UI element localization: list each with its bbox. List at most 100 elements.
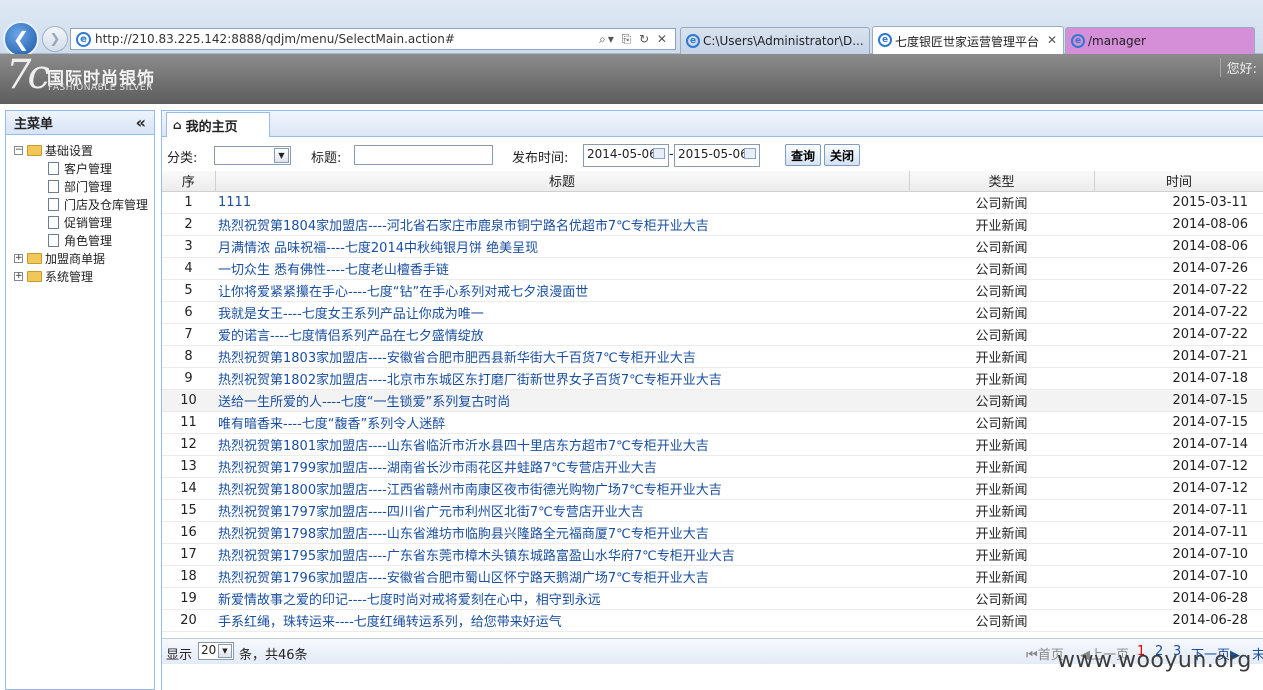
row-index: 13: [162, 455, 215, 478]
tree-node-system[interactable]: + 系统管理: [6, 267, 154, 285]
url-text[interactable]: http://210.83.225.142:8888/qdjm/menu/Sel…: [95, 32, 455, 46]
row-time: 2014-08-06: [1094, 235, 1263, 258]
table-row[interactable]: 14 热烈祝贺第1800家加盟店----江西省赣州市南康区夜市街德光购物广场7℃专…: [162, 477, 1263, 500]
address-bar[interactable]: e http://210.83.225.142:8888/qdjm/menu/S…: [70, 28, 676, 50]
table-row[interactable]: 9 热烈祝贺第1802家加盟店----北京市东城区东打磨厂街新世界女子百货7℃专柜…: [162, 367, 1263, 390]
collapse-toggle-icon[interactable]: −: [14, 145, 23, 155]
logo-subtitle: FASHIONABLE SILVER: [48, 83, 153, 93]
last-page-link[interactable]: 末: [1252, 644, 1263, 663]
row-index: 17: [162, 543, 215, 566]
row-title-link[interactable]: 热烈祝贺第1804家加盟店----河北省石家庄市鹿泉市铜宁路名优超市7℃专柜开业…: [215, 213, 909, 236]
table-row[interactable]: 10 送给一生所爱的人----七度“一生锁爱”系列复古时尚 公司新闻 2014-07-…: [162, 389, 1263, 412]
calendar-icon[interactable]: [744, 148, 756, 159]
row-title-link[interactable]: 热烈祝贺第1796家加盟店----安徽省合肥市蜀山区怀宁路天鹅湖广场7℃专柜开业…: [215, 565, 909, 588]
tree-node-basic-settings[interactable]: − 基础设置: [6, 141, 154, 159]
table-row[interactable]: 12 热烈祝贺第1801家加盟店----山东省临沂市沂水县四十里店东方超市7℃专柜…: [162, 433, 1263, 456]
row-type: 开业新闻: [909, 433, 1094, 456]
tree-item-role[interactable]: 角色管理: [6, 231, 154, 249]
column-header-time[interactable]: 时间: [1094, 171, 1263, 192]
row-title-link[interactable]: 我就是女王----七度女王系列产品让你成为唯一: [215, 301, 909, 324]
row-title-link[interactable]: 唯有暗香来----七度“馥香”系列令人迷醉: [215, 411, 909, 434]
table-row[interactable]: 3 月满情浓 品味祝福----七度2014中秋纯银月饼 绝美呈现 公司新闻 2014-…: [162, 235, 1263, 258]
row-title-link[interactable]: 新爱情故事之爱的印记----七度时尚对戒将爱刻在心中，相守到永远: [215, 587, 909, 610]
close-icon[interactable]: ✕: [1047, 33, 1057, 47]
row-title-link[interactable]: 热烈祝贺第1801家加盟店----山东省临沂市沂水县四十里店东方超市7℃专柜开业…: [215, 433, 909, 456]
browser-tab-2[interactable]: e 七度银匠世家运营管理平台 ✕: [872, 26, 1064, 55]
row-type: 公司新闻: [909, 389, 1094, 412]
table-row[interactable]: 7 爱的诺言----七度情侣系列产品在七夕盛情绽放 公司新闻 2014-07-22: [162, 323, 1263, 346]
column-header-index[interactable]: 序: [162, 171, 216, 192]
column-header-title[interactable]: 标题: [215, 171, 910, 192]
row-title-link[interactable]: 热烈祝贺第1797家加盟店----四川省广元市利州区北街7℃专营店开业大吉: [215, 499, 909, 522]
chevron-down-icon[interactable]: ▼: [274, 148, 289, 163]
tree-item-customer[interactable]: 客户管理: [6, 159, 154, 177]
row-index: 20: [162, 609, 215, 632]
row-time: 2014-07-11: [1094, 499, 1263, 522]
table-row[interactable]: 20 手系红绳，珠转运来----七度红绳转运系列，给您带来好运气 公司新闻 2014-…: [162, 609, 1263, 632]
forward-button[interactable]: ❯: [42, 26, 68, 52]
table-row[interactable]: 6 我就是女王----七度女王系列产品让你成为唯一 公司新闻 2014-07-22: [162, 301, 1263, 324]
row-title-link[interactable]: 热烈祝贺第1799家加盟店----湖南省长沙市雨花区井蛙路7℃专营店开业大吉: [215, 455, 909, 478]
expand-toggle-icon[interactable]: +: [14, 253, 23, 263]
browser-tab-3[interactable]: e /manager: [1065, 27, 1255, 54]
date-from-value: 2014-05-06: [587, 147, 657, 161]
row-title-link[interactable]: 1111: [215, 191, 909, 214]
date-from-input[interactable]: 2014-05-06: [583, 144, 669, 167]
row-title-link[interactable]: 一切众生 悉有佛性----七度老山檀香手链: [215, 257, 909, 280]
table-row[interactable]: 4 一切众生 悉有佛性----七度老山檀香手链 公司新闻 2014-07-26: [162, 257, 1263, 280]
row-title-link[interactable]: 手系红绳，珠转运来----七度红绳转运系列，给您带来好运气: [215, 609, 909, 632]
row-type: 开业新闻: [909, 455, 1094, 478]
tree-node-franchise-docs[interactable]: + 加盟商单据: [6, 249, 154, 267]
row-time: 2014-07-12: [1094, 477, 1263, 500]
query-button[interactable]: 查询: [785, 144, 822, 166]
category-select[interactable]: ▼: [214, 146, 291, 165]
table-row[interactable]: 11 唯有暗香来----七度“馥香”系列令人迷醉 公司新闻 2014-07-15: [162, 411, 1263, 434]
row-index: 6: [162, 301, 215, 324]
chevron-down-icon[interactable]: ▼: [218, 644, 232, 658]
row-type: 公司新闻: [909, 411, 1094, 434]
row-title-link[interactable]: 爱的诺言----七度情侣系列产品在七夕盛情绽放: [215, 323, 909, 346]
table-row[interactable]: 18 热烈祝贺第1796家加盟店----安徽省合肥市蜀山区怀宁路天鹅湖广场7℃专柜…: [162, 565, 1263, 588]
app-header: [0, 54, 1263, 104]
table-row[interactable]: 13 热烈祝贺第1799家加盟店----湖南省长沙市雨花区井蛙路7℃专营店开业大吉…: [162, 455, 1263, 478]
row-type: 公司新闻: [909, 323, 1094, 346]
browser-tab-label: /manager: [1088, 34, 1146, 48]
row-index: 9: [162, 367, 215, 390]
collapse-icon[interactable]: «: [136, 113, 146, 132]
table-row[interactable]: 19 新爱情故事之爱的印记----七度时尚对戒将爱刻在心中，相守到永远 公司新闻 20…: [162, 587, 1263, 610]
row-time: 2014-07-14: [1094, 433, 1263, 456]
table-row[interactable]: 5 让你将爱紧紧攥在手心----七度“钻”在手心系列对戒七夕浪漫面世 公司新闻 201…: [162, 279, 1263, 302]
calendar-icon[interactable]: [653, 148, 665, 159]
row-title-link[interactable]: 热烈祝贺第1800家加盟店----江西省赣州市南康区夜市街德光购物广场7℃专柜开…: [215, 477, 909, 500]
row-title-link[interactable]: 热烈祝贺第1795家加盟店----广东省东莞市樟木头镇东城路富盈山水华府7℃专柜…: [215, 543, 909, 566]
menu-tree: − 基础设置 客户管理 部门管理 门店及仓库管理 促销管理 角色管理 + 加盟商…: [6, 135, 154, 285]
tree-item-department[interactable]: 部门管理: [6, 177, 154, 195]
title-input[interactable]: [354, 145, 493, 165]
tree-item-promotion[interactable]: 促销管理: [6, 213, 154, 231]
table-row[interactable]: 16 热烈祝贺第1798家加盟店----山东省潍坊市临朐县兴隆路全元福商厦7℃专柜…: [162, 521, 1263, 544]
address-tools-icon[interactable]: ⌕▾ ⎘ ↻ ✕: [599, 32, 669, 47]
date-to-input[interactable]: 2015-05-06: [674, 144, 760, 167]
page-size-select[interactable]: 20 ▼: [198, 642, 234, 660]
row-title-link[interactable]: 热烈祝贺第1802家加盟店----北京市东城区东打磨厂街新世界女子百货7℃专柜开…: [215, 367, 909, 390]
row-title-link[interactable]: 热烈祝贺第1798家加盟店----山东省潍坊市临朐县兴隆路全元福商厦7℃专柜开业…: [215, 521, 909, 544]
table-row[interactable]: 2 热烈祝贺第1804家加盟店----河北省石家庄市鹿泉市铜宁路名优超市7℃专柜开…: [162, 213, 1263, 236]
table-row[interactable]: 8 热烈祝贺第1803家加盟店----安徽省合肥市肥西县新华街大千百货7℃专柜开业…: [162, 345, 1263, 368]
close-button[interactable]: 关闭: [824, 144, 861, 166]
table-row[interactable]: 17 热烈祝贺第1795家加盟店----广东省东莞市樟木头镇东城路富盈山水华府7℃…: [162, 543, 1263, 566]
row-title-link[interactable]: 月满情浓 品味祝福----七度2014中秋纯银月饼 绝美呈现: [215, 235, 909, 258]
browser-tab-1[interactable]: e C:\Users\Administrator\D...: [680, 27, 870, 54]
table-row[interactable]: 15 热烈祝贺第1797家加盟店----四川省广元市利州区北街7℃专营店开业大吉开…: [162, 499, 1263, 522]
row-title-link[interactable]: 热烈祝贺第1803家加盟店----安徽省合肥市肥西县新华街大千百货7℃专柜开业大…: [215, 345, 909, 368]
row-title-link[interactable]: 送给一生所爱的人----七度“一生锁爱”系列复古时尚: [215, 389, 909, 412]
tab-my-home[interactable]: ⌂ 我的主页: [166, 112, 270, 137]
row-time: 2014-07-10: [1094, 565, 1263, 588]
tree-item-label: 客户管理: [64, 161, 113, 176]
tree-node-label: 基础设置: [45, 143, 94, 158]
table-row[interactable]: 1 1111 公司新闻 2015-03-11: [162, 191, 1263, 214]
row-title-link[interactable]: 让你将爱紧紧攥在手心----七度“钻”在手心系列对戒七夕浪漫面世: [215, 279, 909, 302]
column-header-type[interactable]: 类型: [909, 171, 1095, 192]
row-index: 12: [162, 433, 215, 456]
tree-item-store-warehouse[interactable]: 门店及仓库管理: [6, 195, 154, 213]
expand-toggle-icon[interactable]: +: [14, 271, 23, 281]
